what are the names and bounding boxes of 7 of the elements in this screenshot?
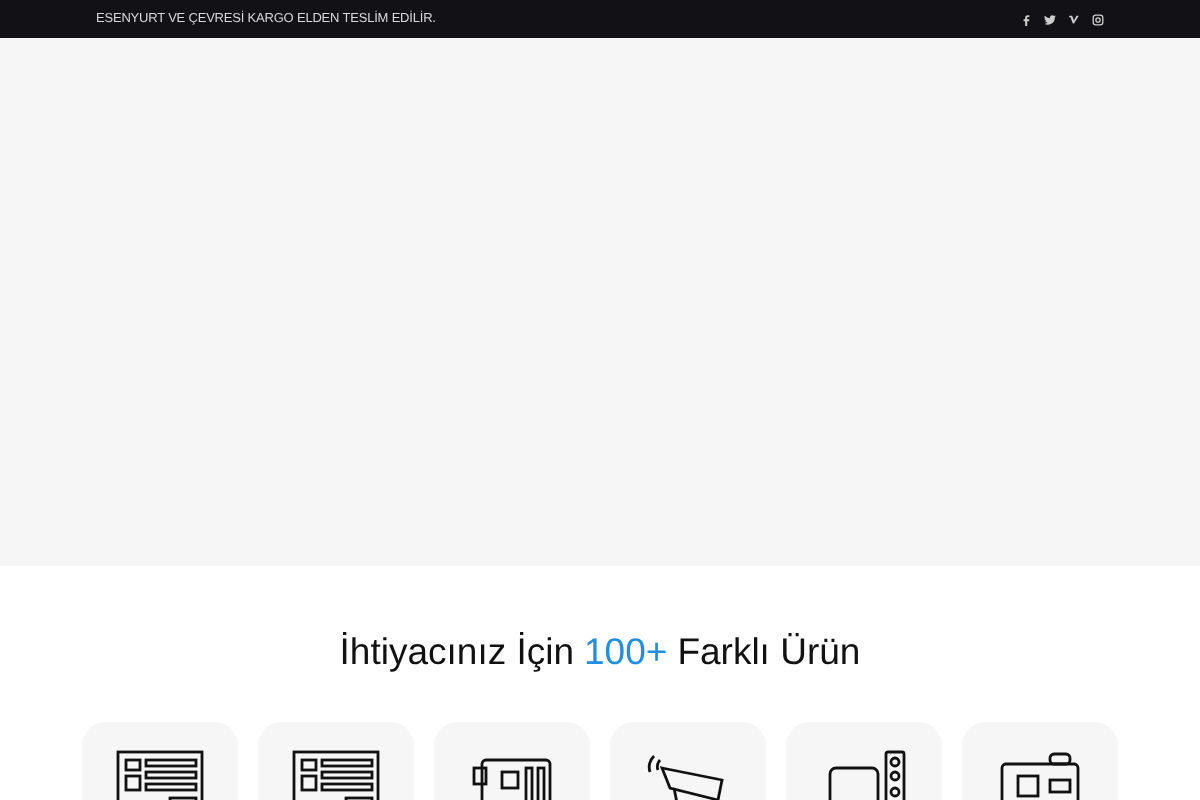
twitter-icon[interactable] xyxy=(1044,13,1056,25)
panel-icon xyxy=(114,748,206,800)
facebook-icon[interactable] xyxy=(1020,13,1032,25)
instagram-icon[interactable] xyxy=(1092,13,1104,25)
section-heading: İhtiyacınız İçin 100+ Farklı Ürün xyxy=(337,630,863,674)
panel-icon xyxy=(290,748,382,800)
vimeo-icon[interactable] xyxy=(1068,13,1080,25)
